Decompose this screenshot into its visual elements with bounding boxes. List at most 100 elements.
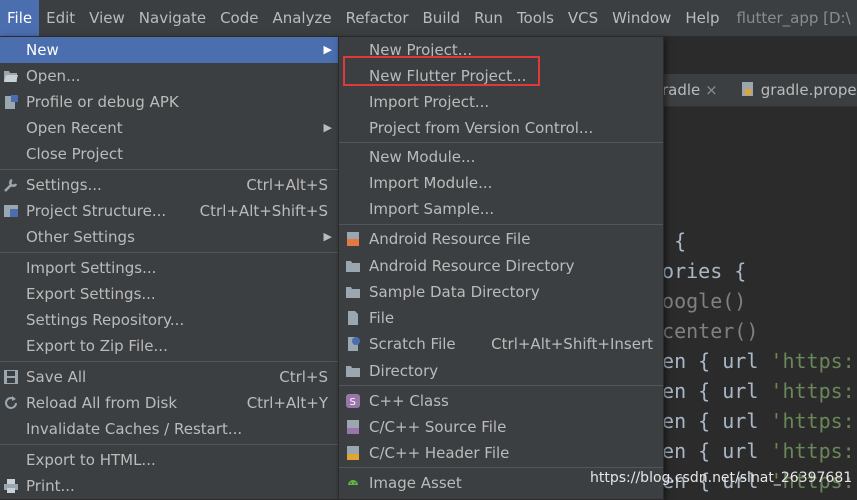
editor-area: radle × gradle.prope s {tories {google()…: [650, 36, 857, 498]
code-line: ven { url 'https:: [650, 346, 855, 376]
menu-label: Other Settings: [26, 228, 135, 246]
reload-icon: [5, 396, 17, 409]
menu-label: Close Project: [26, 145, 123, 163]
menu-item-cpp-source-file[interactable]: C/C++ Source File: [339, 414, 663, 440]
android-icon: [348, 480, 358, 485]
close-icon[interactable]: ×: [705, 81, 718, 99]
code-view[interactable]: s {tories {google() jcenter() ven { url 'h…: [650, 226, 855, 496]
menu-label: Project Structure...: [26, 202, 167, 220]
menu-item-import-sample[interactable]: Import Sample...: [339, 196, 663, 222]
code-line: ven { url 'https:: [650, 406, 855, 436]
menu-item-export-html[interactable]: Export to HTML...: [0, 447, 338, 473]
window-title: flutter_app [D:\: [736, 9, 851, 27]
cpp-header-icon: [347, 446, 359, 460]
apk-icon: [5, 95, 18, 109]
menu-item-new-module[interactable]: New Module...: [339, 144, 663, 170]
shortcut: Ctrl+Alt+Shift+S: [199, 202, 328, 220]
menu-analyze[interactable]: Analyze: [265, 0, 338, 36]
shortcut: Ctrl+Alt+S: [246, 176, 328, 194]
cpp-class-icon: S: [346, 394, 360, 408]
menu-item-cpp-class[interactable]: S C++ Class: [339, 388, 663, 414]
menu-item-new[interactable]: New ▶: [0, 37, 338, 63]
menu-item-profile-apk[interactable]: Profile or debug APK: [0, 89, 338, 115]
menu-item-import-project[interactable]: Import Project...: [339, 89, 663, 115]
menu-vcs[interactable]: VCS: [561, 0, 605, 36]
menu-item-open-recent[interactable]: Open Recent ▶: [0, 115, 338, 141]
code-line: google(): [650, 286, 855, 316]
submenu-arrow-icon: ▶: [323, 121, 332, 134]
tab-build-gradle[interactable]: radle ×: [662, 74, 718, 106]
menu-label: New: [26, 41, 59, 59]
menu-separator: [339, 385, 663, 386]
menu-item-other-settings[interactable]: Other Settings ▶: [0, 224, 338, 250]
code-line: tories {: [650, 256, 855, 286]
code-string: 'https:: [770, 409, 855, 433]
menu-label: Reload All from Disk: [26, 394, 178, 412]
menu-label: Project from Version Control...: [369, 119, 594, 137]
code-string: 'https:: [770, 379, 855, 403]
shortcut: Ctrl+Alt+Y: [246, 394, 328, 412]
menu-label: Import Settings...: [26, 259, 157, 277]
menu-item-import-settings[interactable]: Import Settings...: [0, 255, 338, 281]
menu-item-scratch-file[interactable]: Scratch File Ctrl+Alt+Shift+Insert: [339, 331, 663, 357]
submenu-arrow-icon: ▶: [323, 43, 332, 56]
menu-refactor[interactable]: Refactor: [339, 0, 416, 36]
code-text: ven { url: [650, 409, 771, 433]
code-text: google(): [650, 289, 747, 313]
menu-label: Profile or debug APK: [26, 93, 179, 111]
menu-separator: [0, 252, 338, 253]
menu-run[interactable]: Run: [467, 0, 510, 36]
menu-label: Sample Data Directory: [369, 283, 540, 301]
menu-view[interactable]: View: [82, 0, 132, 36]
menu-window[interactable]: Window: [605, 0, 678, 36]
shortcut: Ctrl+S: [279, 368, 328, 386]
menu-navigate[interactable]: Navigate: [132, 0, 213, 36]
menu-item-directory[interactable]: Directory: [339, 358, 663, 384]
menu-item-close-project[interactable]: Close Project: [0, 141, 338, 167]
menu-item-reload[interactable]: Reload All from Disk Ctrl+Alt+Y: [0, 390, 338, 416]
menu-code[interactable]: Code: [213, 0, 265, 36]
code-text: ven { url: [650, 379, 771, 403]
menu-item-save-all[interactable]: Save All Ctrl+S: [0, 364, 338, 390]
menu-label: Scratch File: [369, 335, 456, 353]
tab-label: gradle.prope: [760, 81, 857, 99]
menu-separator: [339, 224, 663, 225]
menu-item-export-settings[interactable]: Export Settings...: [0, 281, 338, 307]
menu-item-export-zip[interactable]: Export to Zip File...: [0, 333, 338, 359]
code-line: ven { url 'https:: [650, 376, 855, 406]
tab-label: radle: [662, 81, 701, 99]
menu-item-android-resource-file[interactable]: Android Resource File: [339, 226, 663, 252]
file-icon: [348, 311, 358, 325]
menu-item-android-resource-directory[interactable]: Android Resource Directory: [339, 253, 663, 279]
tab-gradle-properties[interactable]: gradle.prope: [740, 74, 857, 106]
menu-item-file[interactable]: File: [339, 305, 663, 331]
menu-build[interactable]: Build: [416, 0, 468, 36]
menu-label: Invalidate Caches / Restart...: [26, 420, 243, 438]
menu-item-print[interactable]: Print...: [0, 473, 338, 499]
menu-separator: [0, 169, 338, 170]
cpp-source-icon: [347, 420, 359, 434]
menu-item-open[interactable]: Open...: [0, 63, 338, 89]
menu-label: Settings Repository...: [26, 311, 185, 329]
menu-label: Settings...: [26, 176, 102, 194]
menu-item-settings[interactable]: Settings... Ctrl+Alt+S: [0, 172, 338, 198]
menu-item-project-structure[interactable]: Project Structure... Ctrl+Alt+Shift+S: [0, 198, 338, 224]
menu-label: Export Settings...: [26, 285, 156, 303]
menu-item-cpp-header-file[interactable]: C/C++ Header File: [339, 440, 663, 466]
menu-item-sample-data-directory[interactable]: Sample Data Directory: [339, 279, 663, 305]
menu-tools[interactable]: Tools: [510, 0, 561, 36]
code-text: ven { url: [650, 439, 771, 463]
new-submenu: New Project... New Flutter Project... Im…: [338, 36, 664, 500]
menu-item-invalidate-caches[interactable]: Invalidate Caches / Restart...: [0, 416, 338, 442]
menu-item-settings-repository[interactable]: Settings Repository...: [0, 307, 338, 333]
android-resource-file-icon: [347, 232, 359, 246]
menu-item-project-from-vcs[interactable]: Project from Version Control...: [339, 115, 663, 141]
menu-file[interactable]: File: [0, 0, 40, 36]
menu-label: Import Project...: [369, 93, 490, 111]
menu-item-import-module[interactable]: Import Module...: [339, 170, 663, 196]
menu-edit[interactable]: Edit: [39, 0, 82, 36]
menu-label: Open...: [26, 67, 81, 85]
folder-icon: [346, 261, 360, 272]
svg-text:S: S: [350, 397, 356, 408]
menu-help[interactable]: Help: [678, 0, 726, 36]
